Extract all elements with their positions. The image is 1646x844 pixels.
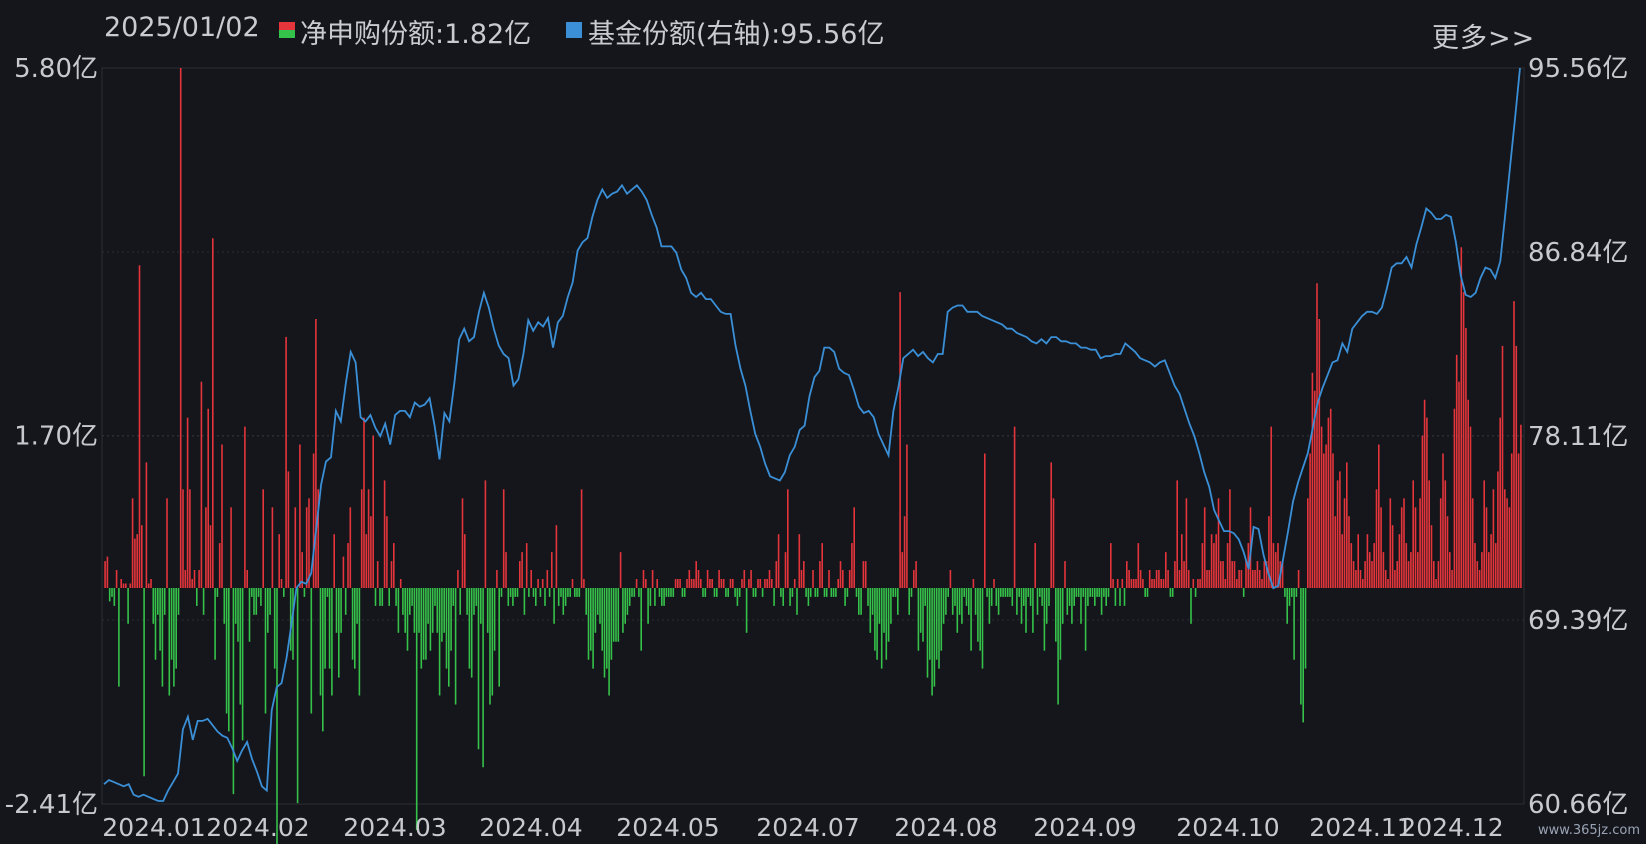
more-button[interactable]: 更多>> xyxy=(1432,16,1535,55)
x-tick-label: 2024.12 xyxy=(1400,813,1503,842)
left-tick-label: 5.80亿 xyxy=(14,54,98,84)
x-tick-label: 2024.01 xyxy=(102,813,205,842)
x-tick-label: 2024.09 xyxy=(1033,813,1136,842)
watermark: www.365jz.com xyxy=(1538,823,1640,838)
x-tick-label: 2024.08 xyxy=(894,813,997,842)
right-axis-ticks: 95.56亿 86.84亿 78.11亿 69.39亿 60.66亿 xyxy=(1528,54,1628,820)
legend-red-swatch-icon xyxy=(279,22,295,38)
x-tick-label: 2024.02 xyxy=(206,813,309,842)
legend-net-subscription: 净申购份额:1.82亿 xyxy=(300,19,532,50)
right-tick-label: 95.56亿 xyxy=(1528,54,1628,84)
right-tick-label: 60.66亿 xyxy=(1528,790,1628,820)
x-tick-label: 2024.03 xyxy=(343,813,446,842)
legend-date: 2025/01/02 xyxy=(104,12,260,43)
x-axis-ticks: 2024.01 2024.02 2024.03 2024.04 2024.05 2024.… xyxy=(102,813,1503,842)
legend-blue-swatch-icon xyxy=(566,22,582,38)
x-tick-label: 2024.05 xyxy=(616,813,719,842)
right-tick-label: 69.39亿 xyxy=(1528,606,1628,636)
chart-legend: 2025/01/02 净申购份额:1.82亿 基金份额(右轴):95.56亿 更… xyxy=(0,0,1646,58)
left-axis-ticks: 5.80亿 1.70亿 -2.41亿 xyxy=(5,54,98,820)
x-tick-label: 2024.10 xyxy=(1176,813,1279,842)
x-tick-label: 2024.04 xyxy=(479,813,582,842)
right-tick-label: 86.84亿 xyxy=(1528,238,1628,268)
x-tick-label: 2024.07 xyxy=(756,813,859,842)
left-tick-label: 1.70亿 xyxy=(14,422,98,452)
left-tick-label: -2.41亿 xyxy=(5,790,98,820)
x-tick-label: 2024.11 xyxy=(1309,813,1412,842)
right-tick-label: 78.11亿 xyxy=(1528,422,1628,452)
net-subscription-bars xyxy=(104,68,1522,844)
legend-fund-share: 基金份额(右轴):95.56亿 xyxy=(588,19,885,50)
fund-flow-chart: 5.80亿 1.70亿 -2.41亿 95.56亿 86.84亿 78.11亿 69.39… xyxy=(5,54,1628,844)
